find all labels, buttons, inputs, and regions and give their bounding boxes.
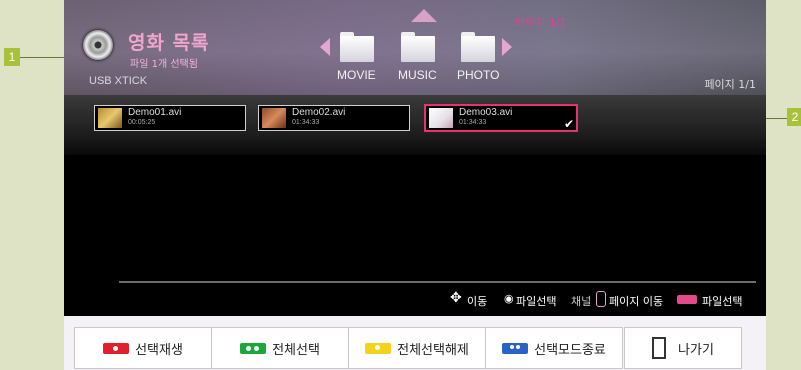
play-selected-label: 선택재생 [135, 342, 183, 358]
category-photo[interactable]: PHOTO [457, 68, 499, 82]
deselect-all-label: 전체선택해제 [397, 342, 469, 358]
exit-select-mode-button[interactable]: 선택모드종료 [485, 327, 623, 369]
mark-key-icon [677, 295, 697, 304]
selection-count: 파일 1개 선택됨 [130, 59, 198, 70]
tv-screen: 영화 목록 파일 1개 선택됨 USB XTICK 페이지 1/1 페이지 1/… [64, 0, 766, 370]
arrow-up-icon[interactable] [411, 9, 437, 22]
green-key-icon [240, 342, 267, 354]
exit-label: 나가기 [678, 342, 714, 358]
channel-icon [596, 291, 606, 307]
play-selected-button[interactable]: 선택재생 [74, 327, 212, 369]
blue-key-icon [502, 342, 529, 354]
file-item[interactable]: Demo01.avi 00:05:25 [94, 105, 246, 131]
folder-icon[interactable] [461, 32, 495, 62]
check-icon: ✔ [563, 117, 574, 131]
select-all-button[interactable]: 전체선택 [211, 327, 349, 369]
category-movie[interactable]: MOVIE [337, 68, 376, 82]
page-title: 영화 목록 [128, 32, 210, 54]
file-name: Demo03.avi [459, 107, 513, 118]
callout-2: 2 [787, 108, 801, 126]
exit-button[interactable]: 나가기 [624, 327, 742, 369]
movie-disc-icon [83, 30, 113, 60]
callout-1: 1 [4, 48, 20, 66]
video-thumbnail [429, 108, 453, 128]
red-key-icon [103, 342, 130, 354]
exit-select-mode-label: 선택모드종료 [534, 342, 606, 358]
select-all-label: 전체선택 [272, 342, 320, 358]
device-name: USB XTICK [89, 75, 148, 87]
page-indicator: 페이지 1/1 [704, 78, 756, 91]
file-name: Demo02.avi [292, 107, 346, 118]
file-item-selected[interactable]: Demo03.avi 01:34:33 ✔ [424, 104, 578, 132]
deselect-all-button[interactable]: 전체선택해제 [348, 327, 486, 369]
file-duration: 01:34:33 [459, 119, 487, 126]
category-music[interactable]: MUSIC [398, 68, 437, 82]
yellow-key-icon [365, 342, 392, 354]
video-thumbnail [98, 108, 122, 128]
folder-icon[interactable] [340, 32, 374, 62]
navigate-icon: ✥ [450, 290, 462, 306]
video-thumbnail [262, 108, 286, 128]
help-move: 이동 [467, 295, 488, 308]
file-duration: 00:05:25 [128, 119, 156, 126]
arrow-right-icon[interactable] [502, 38, 512, 56]
file-duration: 01:34:33 [292, 119, 320, 126]
help-channel: 채널 [571, 295, 592, 308]
help-page-move: 페이지 이동 [609, 295, 664, 308]
arrow-left-icon[interactable] [320, 38, 330, 56]
file-name: Demo01.avi [128, 107, 182, 118]
help-select-file: 파일선택 [516, 295, 557, 308]
divider [119, 281, 756, 283]
help-select-file-2: 파일선택 [702, 295, 743, 308]
file-item[interactable]: Demo02.avi 01:34:33 [258, 105, 410, 131]
folder-icon[interactable] [401, 32, 435, 62]
ok-icon: ◉ [504, 292, 514, 305]
exit-icon [652, 337, 667, 359]
page-indicator-top: 페이지 1/1 [515, 16, 567, 29]
